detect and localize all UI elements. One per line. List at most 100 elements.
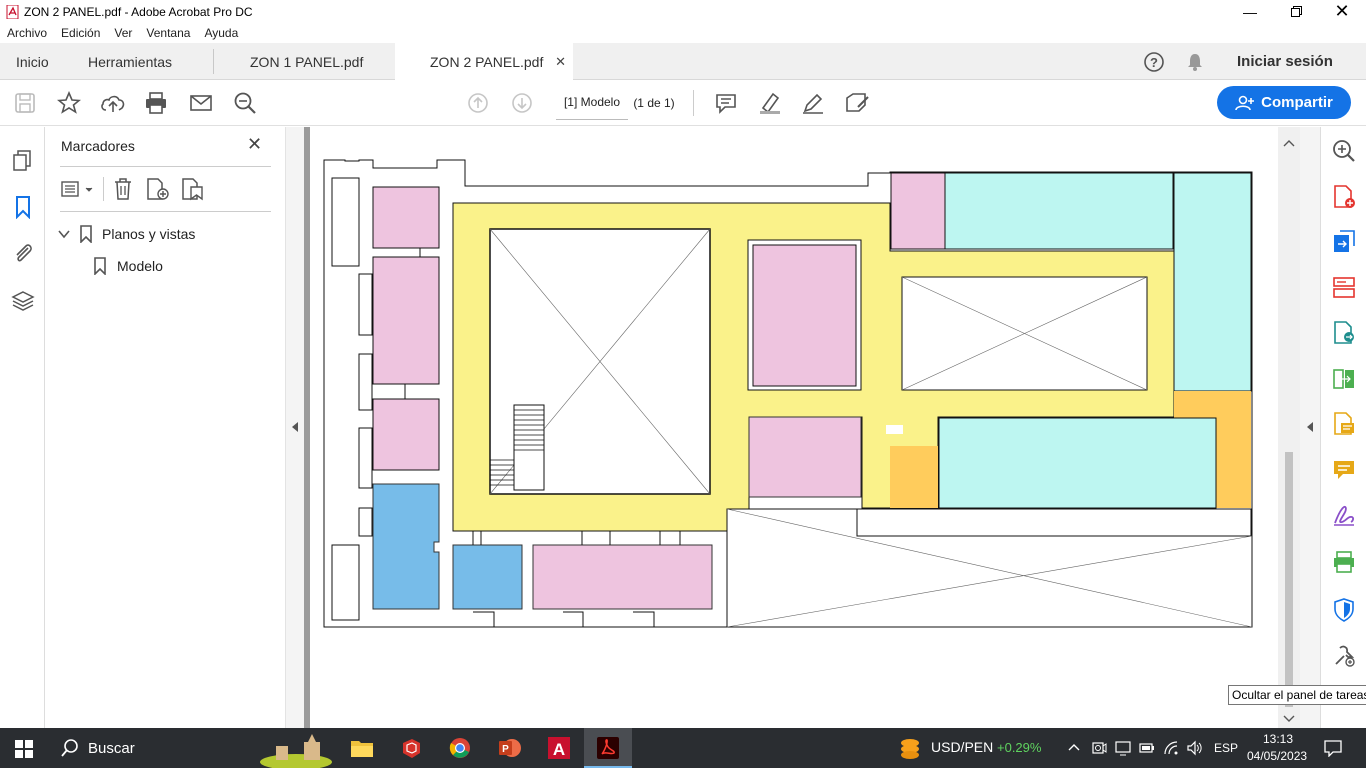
display-icon[interactable] bbox=[1115, 740, 1131, 756]
notification-center-icon[interactable] bbox=[1324, 739, 1342, 757]
page-label-field[interactable]: [1] Modelo bbox=[556, 84, 628, 120]
share-button[interactable]: Compartir bbox=[1217, 86, 1351, 119]
svg-text:A: A bbox=[553, 740, 565, 759]
menu-edicion[interactable]: Edición bbox=[61, 26, 100, 40]
page-count: (1 de 1) bbox=[633, 96, 675, 110]
next-page-button[interactable] bbox=[509, 80, 535, 126]
printer-icon bbox=[146, 92, 166, 114]
floor-plan-drawing bbox=[323, 159, 1253, 628]
maximize-button[interactable] bbox=[1273, 0, 1319, 23]
webcam-icon[interactable] bbox=[1091, 740, 1107, 756]
highlight-button[interactable] bbox=[756, 80, 784, 126]
layers-icon[interactable] bbox=[11, 289, 35, 313]
bookmarks-icon[interactable] bbox=[12, 195, 34, 219]
right-tools-rail bbox=[1320, 127, 1366, 728]
ticker-symbol[interactable]: USD/PEN bbox=[931, 739, 993, 755]
scroll-down-arrow-icon[interactable] bbox=[1283, 715, 1295, 723]
battery-icon[interactable] bbox=[1139, 740, 1155, 756]
comment-tool-icon[interactable] bbox=[1332, 458, 1356, 482]
bookmark-item-modelo[interactable]: Modelo bbox=[93, 257, 163, 275]
create-pdf-icon[interactable] bbox=[1332, 184, 1356, 210]
close-tab-icon[interactable]: ✕ bbox=[555, 54, 566, 70]
window-title: ZON 2 PANEL.pdf - Adobe Acrobat Pro DC bbox=[24, 4, 253, 19]
fill-and-sign-icon[interactable] bbox=[1332, 503, 1356, 527]
close-window-button[interactable]: ✕ bbox=[1319, 0, 1365, 23]
file-explorer-icon[interactable] bbox=[350, 738, 374, 758]
currency-coins-icon bbox=[901, 739, 919, 759]
tooltip: Ocultar el panel de tareas bbox=[1228, 685, 1366, 705]
fill-sign-button[interactable] bbox=[843, 80, 871, 126]
more-tools-icon[interactable] bbox=[1332, 644, 1356, 668]
edit-pdf-icon[interactable] bbox=[1332, 411, 1356, 437]
arrow-up-circle-icon bbox=[468, 93, 488, 113]
organize-pages-icon[interactable] bbox=[1332, 275, 1356, 301]
bookmark-star-button[interactable] bbox=[55, 80, 83, 126]
menu-ayuda[interactable]: Ayuda bbox=[204, 26, 238, 40]
page-thumbnails-icon[interactable] bbox=[12, 149, 34, 171]
chevron-up-icon[interactable] bbox=[1068, 742, 1080, 752]
document-viewer[interactable] bbox=[304, 127, 1278, 728]
draw-button[interactable] bbox=[799, 80, 827, 126]
export-pdf-icon[interactable] bbox=[1332, 229, 1356, 255]
tab-inicio[interactable]: Inicio bbox=[16, 43, 49, 80]
add-person-icon bbox=[1235, 95, 1255, 110]
upload-button[interactable] bbox=[99, 80, 127, 126]
prev-page-button[interactable] bbox=[465, 80, 491, 126]
tab-zon2[interactable]: ZON 2 PANEL.pdf ✕ bbox=[395, 43, 573, 80]
print-button[interactable] bbox=[142, 80, 170, 126]
input-language[interactable]: ESP bbox=[1214, 741, 1238, 755]
help-icon[interactable]: ? bbox=[1143, 51, 1165, 73]
notifications-bell-icon[interactable] bbox=[1186, 52, 1204, 72]
scroll-up-arrow-icon[interactable] bbox=[1283, 139, 1295, 147]
sketchup-icon[interactable] bbox=[400, 737, 422, 759]
protect-shield-icon[interactable] bbox=[1332, 597, 1356, 623]
clock-time[interactable]: 13:13 bbox=[1263, 732, 1293, 746]
scrollbar-thumb[interactable] bbox=[1285, 452, 1293, 707]
comment-button[interactable] bbox=[712, 80, 740, 126]
acrobat-taskbar-button[interactable] bbox=[584, 728, 632, 768]
tab-bar: Inicio Herramientas ZON 1 PANEL.pdf ZON … bbox=[0, 43, 1366, 80]
send-for-review-icon[interactable] bbox=[1332, 320, 1356, 346]
tab-herramientas[interactable]: Herramientas bbox=[88, 43, 214, 80]
chrome-icon[interactable] bbox=[449, 737, 471, 759]
windows-start-icon[interactable] bbox=[15, 740, 33, 758]
wifi-icon[interactable] bbox=[1163, 740, 1179, 756]
chevron-left-icon bbox=[1307, 422, 1313, 432]
volume-icon[interactable] bbox=[1186, 740, 1202, 756]
minimize-button[interactable]: — bbox=[1227, 0, 1273, 23]
close-panel-icon[interactable]: ✕ bbox=[247, 134, 262, 155]
clock-date[interactable]: 04/05/2023 bbox=[1247, 749, 1307, 763]
menu-archivo[interactable]: Archivo bbox=[7, 26, 47, 40]
attachments-icon[interactable] bbox=[12, 242, 34, 264]
zoom-search-button[interactable] bbox=[231, 80, 259, 126]
panel-divider bbox=[60, 166, 271, 167]
menu-ver[interactable]: Ver bbox=[114, 26, 132, 40]
bookmark-options-icon[interactable] bbox=[60, 178, 96, 200]
tab-zon1[interactable]: ZON 1 PANEL.pdf bbox=[215, 43, 395, 80]
bookmark-item-planos[interactable]: Planos y vistas bbox=[57, 225, 195, 243]
menu-ventana[interactable]: Ventana bbox=[146, 26, 190, 40]
email-button[interactable] bbox=[187, 80, 215, 126]
collapse-left-panel-handle[interactable] bbox=[285, 127, 304, 728]
powerpoint-icon[interactable]: P bbox=[498, 737, 522, 759]
search-placeholder: Buscar bbox=[88, 739, 135, 757]
new-bookmark-icon[interactable] bbox=[145, 177, 171, 201]
compare-files-icon[interactable] bbox=[1332, 366, 1356, 392]
save-icon bbox=[15, 93, 35, 113]
chevron-down-icon[interactable] bbox=[57, 227, 71, 241]
chevron-left-icon bbox=[292, 422, 298, 432]
comment-icon bbox=[716, 94, 736, 114]
trash-icon[interactable] bbox=[112, 177, 134, 201]
autocad-icon[interactable]: A bbox=[547, 736, 571, 760]
vertical-scrollbar[interactable] bbox=[1278, 127, 1300, 728]
bookmark-properties-icon[interactable] bbox=[180, 177, 206, 201]
collapse-right-panel-handle[interactable] bbox=[1300, 127, 1320, 728]
zoom-in-icon[interactable] bbox=[1332, 139, 1356, 163]
save-button[interactable] bbox=[12, 80, 38, 126]
svg-text:?: ? bbox=[1150, 55, 1158, 70]
signin-link[interactable]: Iniciar sesión bbox=[1237, 43, 1333, 80]
main-toolbar: [1] Modelo (1 de 1) bbox=[0, 80, 1366, 126]
bookmark-ribbon-icon bbox=[80, 225, 92, 243]
tab-herramientas-label: Herramientas bbox=[88, 53, 173, 70]
print-production-icon[interactable] bbox=[1332, 550, 1356, 574]
